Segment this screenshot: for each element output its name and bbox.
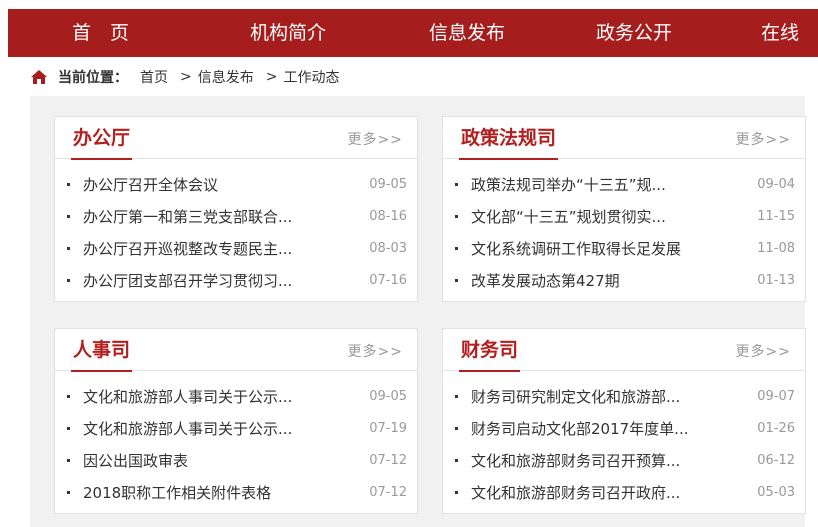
news-link[interactable]: 文化和旅游部人事司关于公示...: [83, 413, 341, 445]
news-list: 办公厅召开全体会议 09-05 办公厅第一和第三党支部联合... 08-16 办公厅召开…: [55, 169, 417, 297]
panel-title[interactable]: 办公厅: [71, 124, 133, 160]
news-date: 05-03: [757, 485, 795, 500]
list-item[interactable]: 办公厅召开全体会议 09-05: [55, 169, 417, 201]
list-item[interactable]: 办公厅第一和第三党支部联合... 08-16: [55, 201, 417, 233]
bullet-icon: [455, 427, 458, 430]
breadcrumb-link-home[interactable]: 首页: [140, 67, 168, 87]
list-item[interactable]: 政策法规司举办“十三五”规... 09-04: [443, 169, 805, 201]
list-item[interactable]: 文化和旅游部财务司召开预算... 06-12: [443, 445, 805, 477]
bullet-icon: [67, 247, 70, 250]
news-link[interactable]: 因公出国政审表: [83, 445, 341, 477]
bullet-icon: [67, 395, 70, 398]
top-navigation: 首 页 机构简介 信息发布 政务公开 在线: [8, 9, 818, 57]
news-link[interactable]: 办公厅召开全体会议: [83, 169, 341, 201]
news-link[interactable]: 2018职称工作相关附件表格: [83, 477, 341, 509]
panel-personnel: 人事司 更多>> 文化和旅游部人事司关于公示... 09-05 文化和旅游部人事司关于公…: [54, 328, 418, 514]
list-item[interactable]: 文化和旅游部人事司关于公示... 07-19: [55, 413, 417, 445]
news-date: 08-16: [369, 209, 407, 224]
list-item[interactable]: 文化和旅游部人事司关于公示... 09-05: [55, 381, 417, 413]
breadcrumb-current-page: 工作动态: [283, 70, 340, 86]
bullet-icon: [67, 215, 70, 218]
list-item[interactable]: 文化部“十三五”规划贯彻实... 11-15: [443, 201, 805, 233]
list-item[interactable]: 办公厅团支部召开学习贯彻习... 07-16: [55, 265, 417, 297]
news-date: 07-12: [369, 453, 407, 468]
panel-header: 财务司 更多>>: [443, 329, 805, 372]
news-date: 01-13: [757, 273, 795, 288]
panel-policy-regulation: 政策法规司 更多>> 政策法规司举办“十三五”规... 09-04 文化部“十三五”规划…: [442, 116, 806, 302]
list-item[interactable]: 办公厅召开巡视整改专题民主... 08-03: [55, 233, 417, 265]
panel-title[interactable]: 政策法规司: [459, 124, 559, 160]
bullet-icon: [455, 395, 458, 398]
nav-item-home[interactable]: 首 页: [72, 9, 129, 57]
nav-item-online[interactable]: 在线: [761, 9, 799, 57]
bullet-icon: [67, 279, 70, 282]
bullet-icon: [455, 459, 458, 462]
news-link[interactable]: 办公厅第一和第三党支部联合...: [83, 201, 341, 233]
breadcrumb: 当前位置： 首页 > 信息发布 > 工作动态: [30, 66, 339, 88]
news-date: 07-19: [369, 421, 407, 436]
news-date: 07-16: [369, 273, 407, 288]
panel-header: 人事司 更多>>: [55, 329, 417, 372]
more-link[interactable]: 更多>>: [736, 129, 791, 149]
list-item[interactable]: 2018职称工作相关附件表格 07-12: [55, 477, 417, 509]
news-date: 07-12: [369, 485, 407, 500]
news-date: 11-15: [757, 209, 795, 224]
news-date: 06-12: [757, 453, 795, 468]
news-link[interactable]: 文化和旅游部财务司召开预算...: [471, 445, 729, 477]
list-item[interactable]: 改革发展动态第427期 01-13: [443, 265, 805, 297]
bullet-icon: [67, 491, 70, 494]
breadcrumb-separator: >: [180, 69, 192, 85]
panel-title[interactable]: 财务司: [459, 336, 521, 372]
panel-title[interactable]: 人事司: [71, 336, 133, 372]
news-date: 08-03: [369, 241, 407, 256]
news-link[interactable]: 文化系统调研工作取得长足发展: [471, 233, 729, 265]
news-date: 11-08: [757, 241, 795, 256]
bullet-icon: [455, 215, 458, 218]
news-date: 09-05: [369, 177, 407, 192]
breadcrumb-separator: >: [265, 69, 278, 85]
news-date: 01-26: [757, 421, 795, 436]
list-item[interactable]: 财务司启动文化部2017年度单... 01-26: [443, 413, 805, 445]
news-link[interactable]: 办公厅召开巡视整改专题民主...: [83, 233, 341, 265]
news-date: 09-07: [757, 389, 795, 404]
breadcrumb-link-info-release[interactable]: 信息发布: [198, 67, 254, 87]
news-link[interactable]: 财务司研究制定文化和旅游部...: [471, 381, 729, 413]
more-link[interactable]: 更多>>: [348, 129, 403, 149]
news-link[interactable]: 政策法规司举办“十三五”规...: [471, 169, 729, 201]
more-link[interactable]: 更多>>: [348, 341, 403, 361]
news-link[interactable]: 文化部“十三五”规划贯彻实...: [471, 201, 729, 233]
news-link[interactable]: 文化和旅游部人事司关于公示...: [83, 381, 341, 413]
news-link[interactable]: 办公厅团支部召开学习贯彻习...: [83, 265, 341, 297]
more-link[interactable]: 更多>>: [736, 341, 791, 361]
list-item[interactable]: 财务司研究制定文化和旅游部... 09-07: [443, 381, 805, 413]
news-link[interactable]: 文化和旅游部财务司召开政府...: [471, 477, 729, 509]
nav-item-government-affairs[interactable]: 政务公开: [596, 9, 672, 57]
list-item[interactable]: 文化系统调研工作取得长足发展 11-08: [443, 233, 805, 265]
news-link[interactable]: 改革发展动态第427期: [471, 265, 729, 297]
breadcrumb-label: 当前位置：: [58, 70, 128, 86]
news-date: 09-04: [757, 177, 795, 192]
news-link[interactable]: 财务司启动文化部2017年度单...: [471, 413, 729, 445]
bullet-icon: [455, 183, 458, 186]
panel-header: 办公厅 更多>>: [55, 117, 417, 160]
bullet-icon: [67, 459, 70, 462]
list-item[interactable]: 文化和旅游部财务司召开政府... 05-03: [443, 477, 805, 509]
panel-header: 政策法规司 更多>>: [443, 117, 805, 160]
nav-item-about[interactable]: 机构简介: [250, 9, 326, 57]
news-list: 政策法规司举办“十三五”规... 09-04 文化部“十三五”规划贯彻实... 11-…: [443, 169, 805, 297]
bullet-icon: [455, 491, 458, 494]
bullet-icon: [455, 247, 458, 250]
news-date: 09-05: [369, 389, 407, 404]
list-item[interactable]: 因公出国政审表 07-12: [55, 445, 417, 477]
news-list: 文化和旅游部人事司关于公示... 09-05 文化和旅游部人事司关于公示... 07-…: [55, 381, 417, 509]
bullet-icon: [67, 427, 70, 430]
news-list: 财务司研究制定文化和旅游部... 09-07 财务司启动文化部2017年度单... 0…: [443, 381, 805, 509]
panel-finance: 财务司 更多>> 财务司研究制定文化和旅游部... 09-07 财务司启动文化部2017…: [442, 328, 806, 514]
bullet-icon: [67, 183, 70, 186]
bullet-icon: [455, 279, 458, 282]
home-icon[interactable]: [30, 69, 48, 85]
panel-office: 办公厅 更多>> 办公厅召开全体会议 09-05 办公厅第一和第三党支部联合... 08-…: [54, 116, 418, 302]
nav-item-info-release[interactable]: 信息发布: [429, 9, 505, 57]
